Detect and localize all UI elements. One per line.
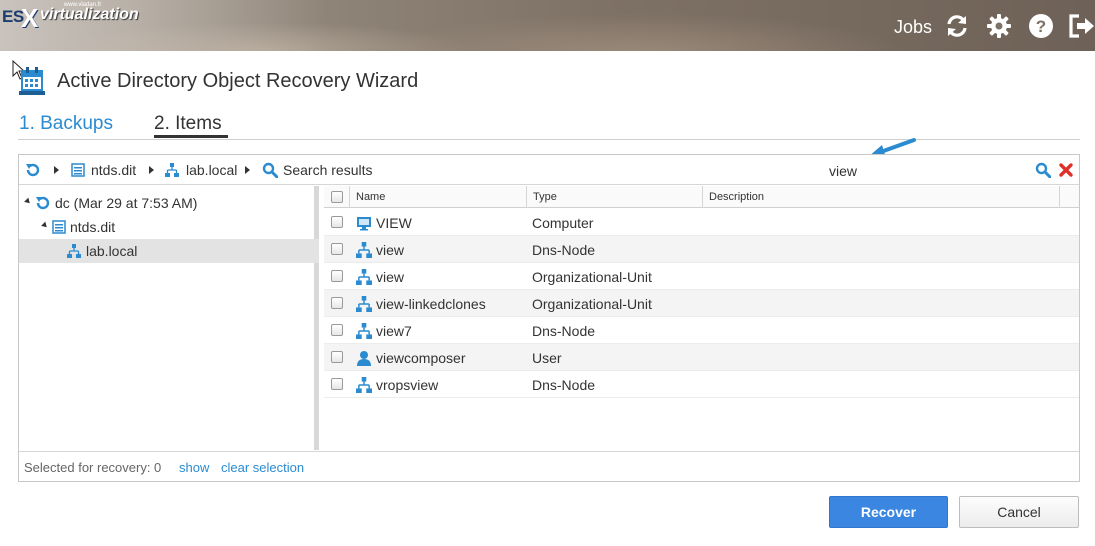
grid-header: Name Type Description bbox=[324, 186, 1079, 208]
breadcrumb-separator-icon bbox=[54, 166, 59, 174]
table-row[interactable]: VIEW Computer bbox=[324, 209, 1079, 236]
search-icon[interactable] bbox=[1035, 162, 1051, 178]
restore-point-icon bbox=[36, 196, 50, 210]
results-grid: Name Type Description VIEW Computer view… bbox=[324, 186, 1079, 450]
row-type: Computer bbox=[532, 215, 594, 231]
table-row[interactable]: vropsview Dns-Node bbox=[324, 371, 1079, 398]
row-name: view7 bbox=[376, 323, 412, 339]
tab-backups[interactable]: 1. Backups bbox=[19, 113, 113, 135]
user-icon bbox=[357, 351, 371, 366]
breadcrumb-item-search-results: Search results bbox=[283, 162, 373, 178]
collapse-icon[interactable] bbox=[24, 197, 32, 206]
tree-item-label: ntds.dit bbox=[70, 219, 116, 235]
header-bar: ES X virtualization www.vladan.fr Jobs ? bbox=[0, 0, 1095, 51]
clear-search-icon[interactable] bbox=[1058, 162, 1074, 178]
table-row[interactable]: viewcomposer User bbox=[324, 344, 1079, 371]
row-name: viewcomposer bbox=[376, 350, 466, 366]
tree-item-lab-local[interactable]: lab.local bbox=[19, 239, 319, 263]
table-row[interactable]: view Dns-Node bbox=[324, 236, 1079, 263]
active-tab-indicator bbox=[154, 135, 228, 138]
database-file-icon bbox=[71, 163, 85, 177]
show-selection-link[interactable]: show bbox=[179, 460, 209, 475]
tree-item-restore-point[interactable]: dc (Mar 29 at 7:53 AM) bbox=[19, 191, 319, 215]
tree-item-label: dc (Mar 29 at 7:53 AM) bbox=[55, 195, 198, 211]
calendar-wizard-icon bbox=[19, 67, 45, 95]
recovery-panel: ntds.dit lab.local Search results view d… bbox=[18, 154, 1080, 482]
object-tree: dc (Mar 29 at 7:53 AM) ntds.dit lab.loca… bbox=[19, 186, 319, 450]
breadcrumb: ntds.dit lab.local Search results bbox=[19, 155, 1079, 185]
dns-node-icon bbox=[356, 242, 372, 258]
row-checkbox[interactable] bbox=[331, 270, 343, 282]
row-checkbox[interactable] bbox=[331, 351, 343, 363]
row-checkbox[interactable] bbox=[331, 378, 343, 390]
row-type: Dns-Node bbox=[532, 323, 596, 339]
logo: ES X virtualization www.vladan.fr bbox=[0, 1, 150, 33]
row-type: Organizational-Unit bbox=[532, 269, 652, 285]
breadcrumb-item-ntds[interactable]: ntds.dit bbox=[91, 162, 136, 178]
clear-selection-link[interactable]: clear selection bbox=[221, 460, 304, 475]
tree-item-ntds[interactable]: ntds.dit bbox=[19, 215, 319, 239]
ou-icon bbox=[356, 269, 372, 285]
help-icon[interactable]: ? bbox=[1028, 13, 1054, 39]
row-name: view bbox=[376, 242, 405, 258]
row-checkbox[interactable] bbox=[331, 324, 343, 336]
select-all-checkbox[interactable] bbox=[331, 191, 343, 203]
collapse-icon[interactable] bbox=[41, 221, 49, 230]
row-name: view-linkedclones bbox=[376, 296, 486, 312]
breadcrumb-separator-icon bbox=[149, 166, 154, 174]
row-type: Organizational-Unit bbox=[532, 296, 652, 312]
logout-icon[interactable] bbox=[1068, 13, 1094, 39]
refresh-icon[interactable] bbox=[944, 13, 970, 39]
row-type: Dns-Node bbox=[532, 242, 596, 258]
computer-icon bbox=[357, 217, 371, 231]
ou-icon bbox=[356, 296, 372, 312]
row-name: VIEW bbox=[376, 215, 412, 231]
domain-icon bbox=[165, 163, 179, 177]
column-header-type[interactable]: Type bbox=[526, 186, 702, 208]
logo-site: www.vladan.fr bbox=[64, 2, 102, 8]
cancel-button[interactable]: Cancel bbox=[959, 496, 1079, 528]
page-title: Active Directory Object Recovery Wizard bbox=[57, 70, 419, 92]
row-checkbox[interactable] bbox=[331, 297, 343, 309]
dns-node-icon bbox=[356, 377, 372, 393]
tabs-divider bbox=[18, 139, 1080, 140]
domain-icon bbox=[67, 244, 81, 258]
selection-footer: Selected for recovery: 0 show clear sele… bbox=[19, 451, 1079, 481]
row-type: Dns-Node bbox=[532, 377, 596, 393]
dns-node-icon bbox=[356, 323, 372, 339]
jobs-link[interactable]: Jobs bbox=[894, 17, 932, 38]
table-row[interactable]: view7 Dns-Node bbox=[324, 317, 1079, 344]
row-type: User bbox=[532, 350, 562, 366]
column-header-description[interactable]: Description bbox=[702, 186, 1054, 208]
search-icon bbox=[262, 162, 278, 178]
search-input[interactable] bbox=[829, 161, 1029, 181]
logo-x: X bbox=[21, 3, 39, 33]
tree-item-label: lab.local bbox=[86, 243, 138, 259]
selected-count: Selected for recovery: 0 bbox=[24, 460, 162, 475]
database-file-icon bbox=[52, 220, 66, 234]
row-checkbox[interactable] bbox=[331, 243, 343, 255]
restore-icon[interactable] bbox=[25, 162, 41, 178]
breadcrumb-item-lab-local[interactable]: lab.local bbox=[186, 162, 237, 178]
breadcrumb-separator-icon bbox=[245, 166, 250, 174]
tab-items[interactable]: 2. Items bbox=[154, 113, 222, 135]
grid-scroll-header bbox=[1059, 186, 1079, 208]
column-header-name[interactable]: Name bbox=[349, 186, 526, 208]
table-row[interactable]: view Organizational-Unit bbox=[324, 263, 1079, 290]
gear-icon[interactable] bbox=[986, 13, 1012, 39]
svg-text:?: ? bbox=[1036, 17, 1046, 36]
recover-button[interactable]: Recover bbox=[829, 496, 948, 528]
row-name: vropsview bbox=[376, 377, 439, 393]
logo-virtualization: virtualization bbox=[40, 6, 139, 23]
table-row[interactable]: view-linkedclones Organizational-Unit bbox=[324, 290, 1079, 317]
row-name: view bbox=[376, 269, 405, 285]
row-checkbox[interactable] bbox=[331, 216, 343, 228]
